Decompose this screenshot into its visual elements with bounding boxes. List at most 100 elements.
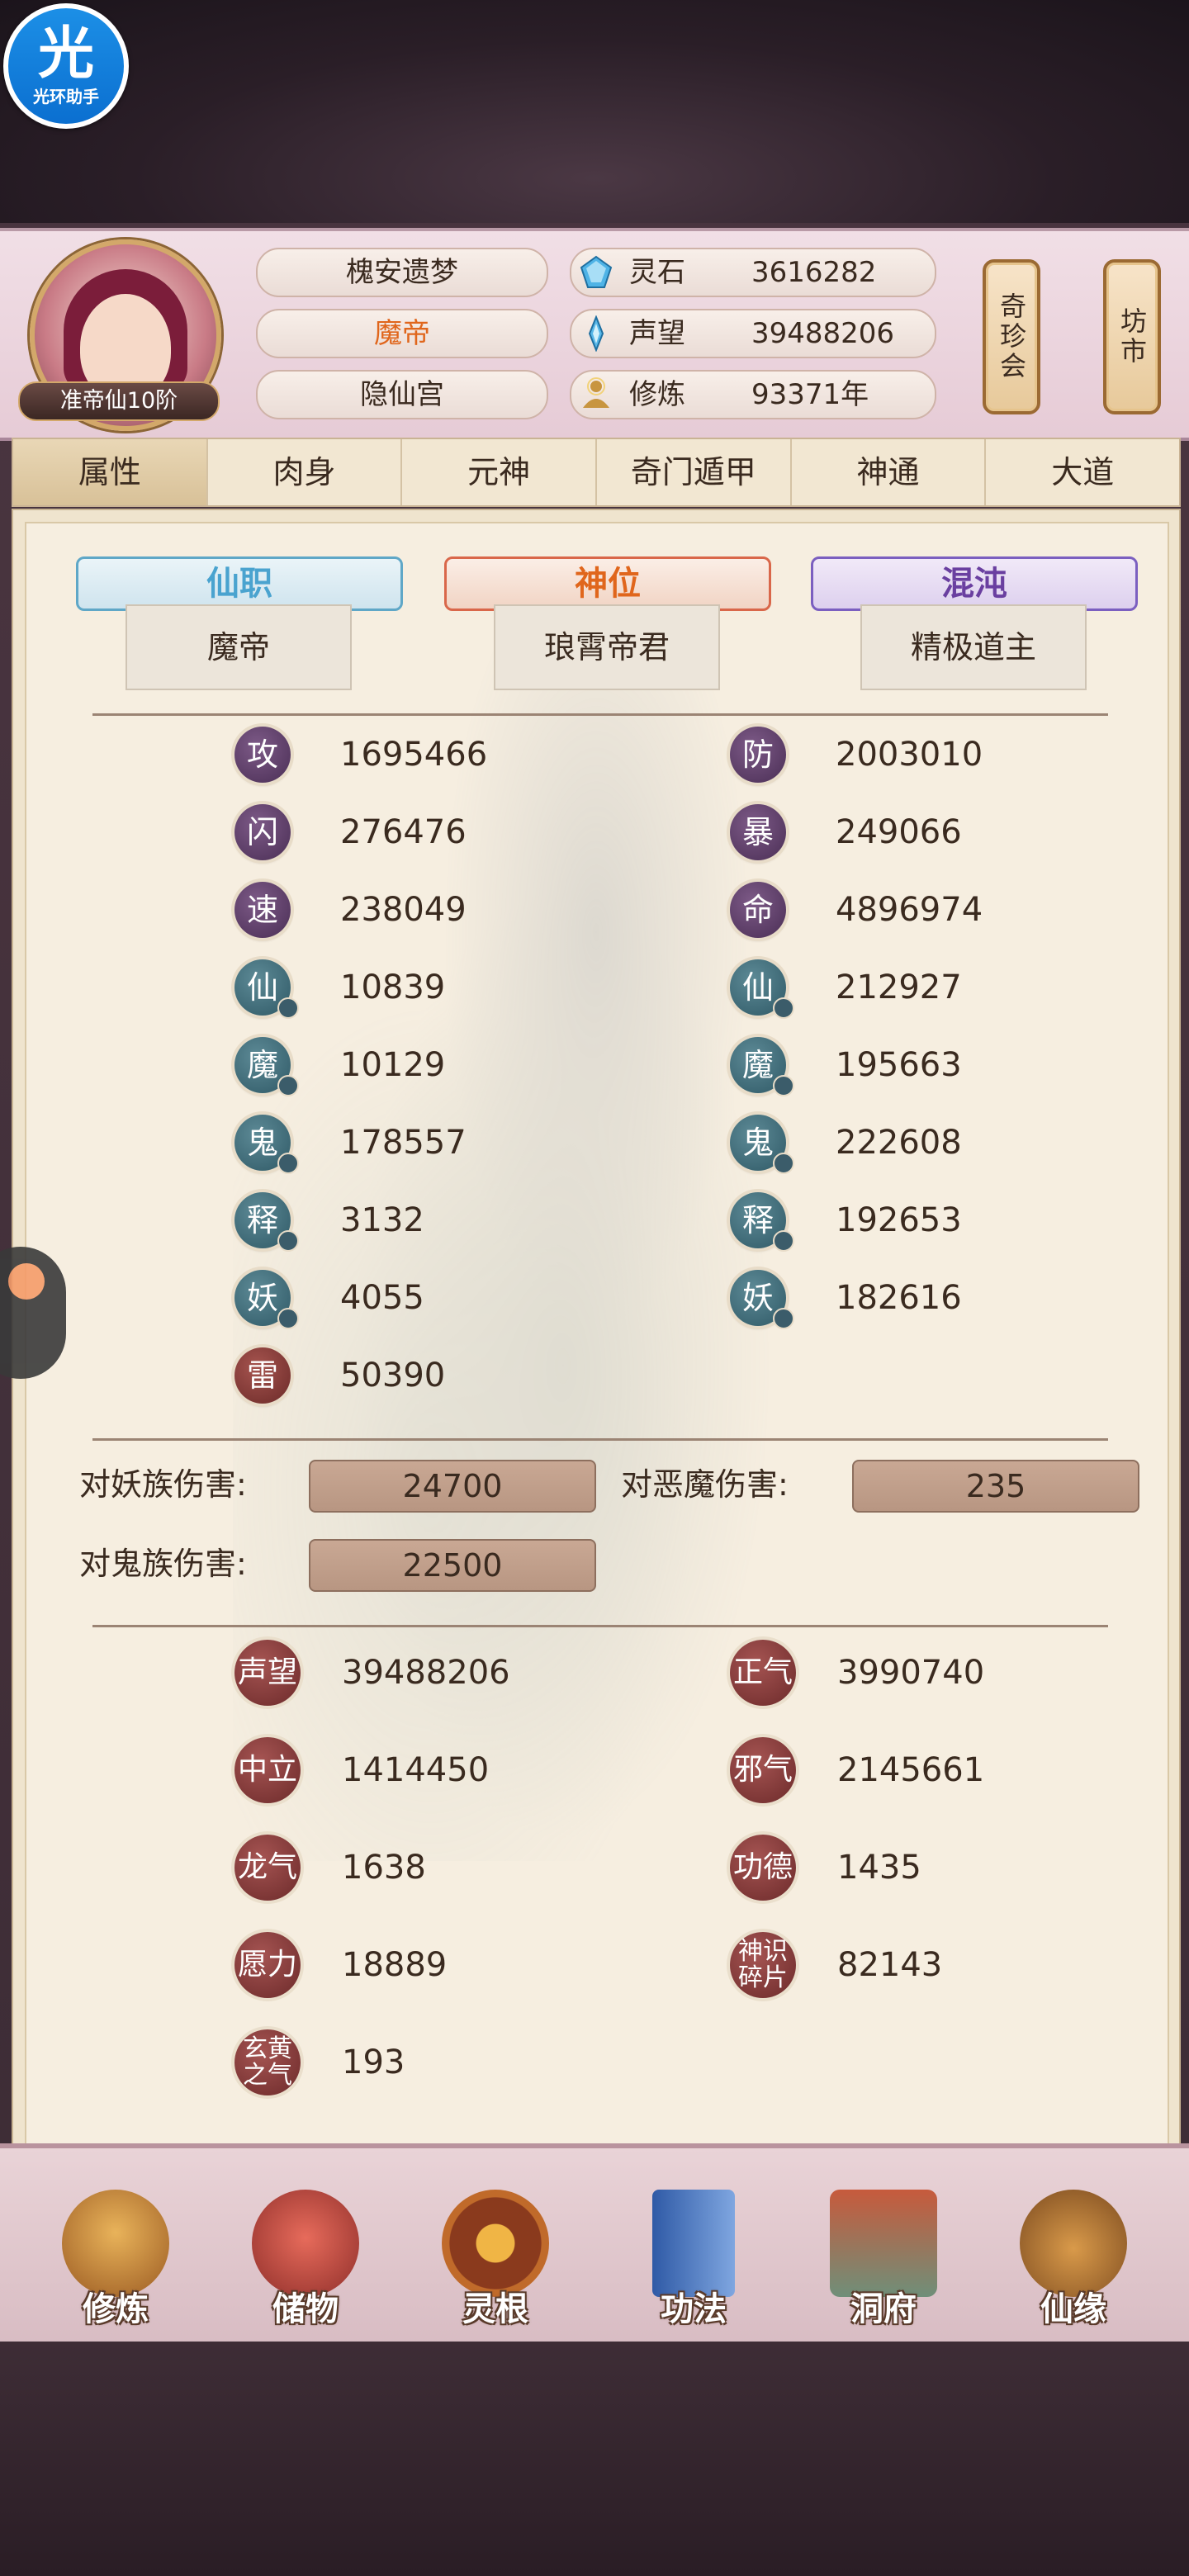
defense-badge-icon — [773, 1230, 794, 1252]
stat-value: 212927 — [836, 968, 962, 1006]
stat-value: 182616 — [836, 1279, 962, 1317]
righteous-qi-icon: 正气 — [730, 1640, 796, 1706]
attribute-value: 39488206 — [342, 1654, 510, 1692]
tab-dao[interactable]: 大道 — [986, 439, 1179, 505]
player-name: 槐安遗梦 — [256, 248, 548, 297]
stat-value: 192653 — [836, 1201, 962, 1239]
notification-dot — [8, 1263, 45, 1300]
resource-prestige: 声望 39488206 — [570, 309, 936, 358]
stat-value: 3132 — [340, 1201, 424, 1239]
nav-spirit-root[interactable]: 灵根 — [421, 2190, 570, 2346]
nav-storage[interactable]: 储物 — [231, 2190, 380, 2346]
attribute-value: 1414450 — [342, 1751, 490, 1789]
critical-icon: 暴 — [730, 804, 786, 860]
tab-qimen[interactable]: 奇门遁甲 — [597, 439, 792, 505]
stat-value: 50390 — [340, 1357, 446, 1395]
xuanhuang-qi-icon: 玄黄之气 — [234, 2029, 301, 2095]
attribute-value: 1435 — [837, 1849, 921, 1887]
defense-badge-icon — [773, 997, 794, 1019]
cultivate-icon — [583, 377, 609, 408]
app-overlay-logo[interactable]: 光 光环助手 — [3, 3, 129, 129]
stat-value: 195663 — [836, 1046, 962, 1084]
resource-value: 93371年 — [751, 378, 869, 411]
attributes-panel: 仙职 魔帝 神位 琅霄帝君 混沌 精极道主 攻 1695466 闪 276476… — [12, 509, 1181, 2163]
stat-value: 1695466 — [340, 736, 488, 774]
tab-attributes[interactable]: 属性 — [13, 439, 208, 505]
resource-value: 3616282 — [751, 256, 877, 289]
attribute-value: 3990740 — [837, 1654, 985, 1692]
spirit-stone-icon — [580, 255, 613, 288]
attribute-value: 18889 — [342, 1946, 448, 1984]
top-background — [0, 0, 1189, 223]
rank-title: 仙职 — [76, 556, 403, 611]
attack-badge-icon — [277, 1230, 299, 1252]
stat-value: 4055 — [340, 1279, 424, 1317]
attack-badge-icon — [277, 1075, 299, 1096]
spirit-root-icon — [442, 2190, 549, 2297]
rank-title: 神位 — [444, 556, 771, 611]
resource-label: 声望 — [629, 317, 685, 350]
neutral-icon: 中立 — [234, 1737, 301, 1803]
damage-value: 22500 — [309, 1539, 596, 1592]
defense-icon: 防 — [730, 727, 786, 783]
logo-text: 光环助手 — [33, 86, 99, 107]
player-title: 魔帝 — [256, 309, 548, 358]
nav-label: 洞府 — [850, 2290, 917, 2328]
prestige-attr-icon: 声望 — [234, 1640, 301, 1706]
defense-badge-icon — [773, 1308, 794, 1329]
bag-icon — [252, 2190, 359, 2297]
resource-spirit-stone: 灵石 3616282 — [570, 248, 936, 297]
health-icon: 命 — [730, 882, 786, 938]
nav-label: 功法 — [661, 2290, 727, 2328]
nav-cave[interactable]: 洞府 — [809, 2190, 958, 2346]
bottom-nav: 修炼 储物 灵根 功法 洞府 仙缘 — [0, 2143, 1189, 2346]
speed-icon: 速 — [234, 882, 291, 938]
stat-value: 238049 — [340, 891, 467, 929]
market-button[interactable]: 坊市 — [1103, 259, 1161, 414]
rank-value: 精极道主 — [860, 604, 1087, 690]
nav-techniques[interactable]: 功法 — [619, 2190, 768, 2346]
divider — [92, 713, 1108, 716]
floating-assistant-button[interactable] — [0, 1247, 66, 1379]
stat-value: 10839 — [340, 968, 446, 1006]
resource-label: 灵石 — [629, 256, 685, 289]
cultivation-rank: 准帝仙10阶 — [18, 381, 220, 421]
defense-badge-icon — [773, 1153, 794, 1174]
divider — [92, 1438, 1108, 1441]
soul-shard-icon: 神识碎片 — [730, 1932, 796, 1998]
nav-label: 仙缘 — [1040, 2290, 1106, 2328]
player-sect: 隐仙宫 — [256, 370, 548, 419]
dragon-qi-icon: 龙气 — [234, 1835, 301, 1901]
attribute-value: 2145661 — [837, 1751, 985, 1789]
logo-glyph: 光 — [37, 21, 94, 87]
tab-spirit[interactable]: 元神 — [402, 439, 598, 505]
merit-icon: 功德 — [730, 1835, 796, 1901]
divider — [92, 1625, 1108, 1627]
attributes-inner: 仙职 魔帝 神位 琅霄帝君 混沌 精极道主 攻 1695466 闪 276476… — [25, 522, 1169, 2153]
attack-icon: 攻 — [234, 727, 291, 783]
nav-label: 修炼 — [83, 2290, 149, 2328]
rank-box-chaos: 混沌 精极道主 — [811, 556, 1138, 697]
palace-icon — [830, 2190, 937, 2297]
tab-abilities[interactable]: 神通 — [792, 439, 987, 505]
attribute-value: 193 — [342, 2043, 405, 2081]
nav-label: 灵根 — [462, 2290, 528, 2328]
will-power-icon: 愿力 — [234, 1932, 301, 1998]
resource-label: 修炼 — [629, 378, 685, 411]
attack-badge-icon — [277, 997, 299, 1019]
defense-badge-icon — [773, 1075, 794, 1096]
treasure-fair-button[interactable]: 奇珍会 — [983, 259, 1040, 414]
stat-value: 222608 — [836, 1124, 962, 1162]
evil-qi-icon: 邪气 — [730, 1737, 796, 1803]
stat-value: 4896974 — [836, 891, 983, 929]
bottom-background — [0, 2342, 1189, 2576]
attribute-value: 1638 — [342, 1849, 426, 1887]
rank-box-office: 仙职 魔帝 — [76, 556, 403, 697]
stat-value: 276476 — [340, 813, 467, 851]
rank-box-deity: 神位 琅霄帝君 — [444, 556, 771, 697]
nav-cultivate[interactable]: 修炼 — [41, 2190, 190, 2346]
attribute-value: 82143 — [837, 1946, 943, 1984]
nav-fate[interactable]: 仙缘 — [999, 2190, 1148, 2346]
tab-bar: 属性 肉身 元神 奇门遁甲 神通 大道 — [12, 438, 1181, 507]
tab-body[interactable]: 肉身 — [208, 439, 403, 505]
